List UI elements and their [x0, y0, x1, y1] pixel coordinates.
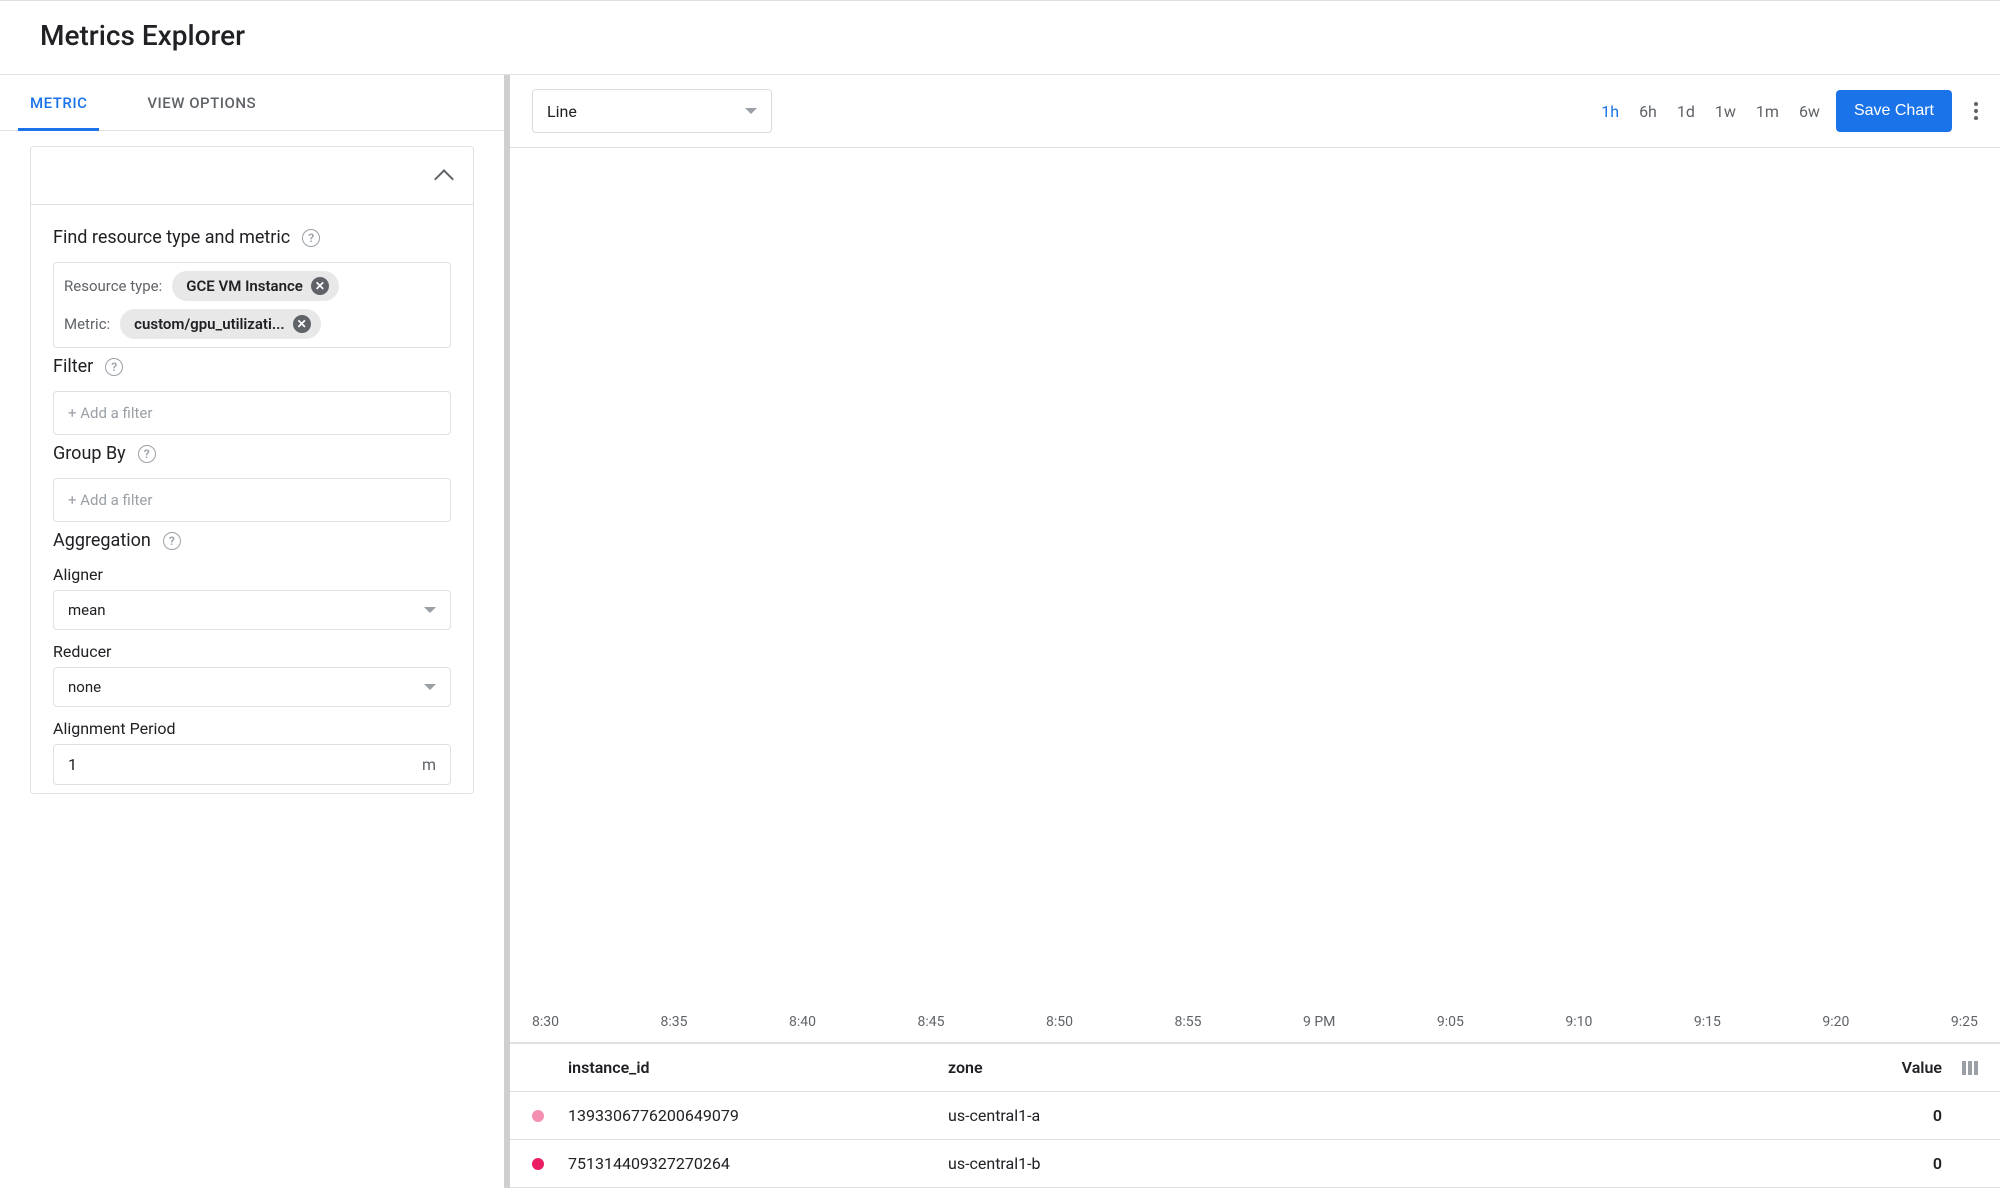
legend-zone: us-central1-a — [948, 1106, 1852, 1125]
x-tick: 9:20 — [1822, 1014, 1849, 1030]
x-tick: 9 PM — [1303, 1014, 1335, 1030]
legend-row[interactable]: 1393306776200649079us-central1-a0 — [510, 1092, 2000, 1140]
col-value[interactable]: Value — [1852, 1058, 1942, 1077]
x-tick: 8:30 — [532, 1014, 559, 1030]
x-tick: 8:55 — [1175, 1014, 1202, 1030]
time-range-1d[interactable]: 1d — [1677, 102, 1695, 121]
aggregation-label: Aggregation ? — [53, 530, 451, 551]
sidebar: METRIC VIEW OPTIONS Find resource type a… — [0, 75, 510, 1188]
aligner-label: Aligner — [53, 565, 451, 584]
legend-instance-id: 1393306776200649079 — [568, 1106, 948, 1125]
filter-label: Filter ? — [53, 356, 451, 377]
x-axis-ticks: 8:30 8:35 8:40 8:45 8:50 8:55 9 PM 9:05 9:10 9:15… — [510, 1014, 2000, 1042]
time-range-1h[interactable]: 1h — [1601, 102, 1619, 121]
close-icon[interactable]: ✕ — [311, 277, 329, 295]
time-range-1m[interactable]: 1m — [1756, 102, 1779, 121]
group-by-label: Group By ? — [53, 443, 451, 464]
metric-card: Find resource type and metric ? Resource… — [30, 146, 474, 794]
x-tick: 8:40 — [789, 1014, 816, 1030]
legend-instance-id: 751314409327270264 — [568, 1154, 948, 1173]
time-range-1w[interactable]: 1w — [1715, 102, 1736, 121]
x-tick: 8:45 — [918, 1014, 945, 1030]
chevron-up-icon — [434, 169, 454, 189]
reducer-label: Reducer — [53, 642, 451, 661]
help-icon[interactable]: ? — [138, 445, 156, 463]
chevron-down-icon — [424, 684, 436, 690]
legend-table: instance_id zone Value 13933067762006490… — [510, 1042, 2000, 1188]
metric-label: Metric: — [64, 315, 110, 333]
sidebar-tabs: METRIC VIEW OPTIONS — [0, 75, 504, 131]
find-metric-label: Find resource type and metric ? — [53, 227, 451, 248]
metric-panel: Find resource type and metric ? Resource… — [0, 131, 504, 1188]
time-range: 1h 6h 1d 1w 1m 6w — [1601, 102, 1820, 121]
close-icon[interactable]: ✕ — [293, 315, 311, 333]
save-chart-button[interactable]: Save Chart — [1836, 90, 1952, 132]
legend-zone: us-central1-b — [948, 1154, 1852, 1173]
tab-metric[interactable]: METRIC — [30, 75, 87, 130]
main-area: Line 1h 6h 1d 1w 1m 6w Save Chart 8:30 8:35 8:4… — [510, 75, 2000, 1188]
x-tick: 8:50 — [1046, 1014, 1073, 1030]
metric-chip[interactable]: custom/gpu_utilizati... ✕ — [120, 309, 321, 339]
chart-toolbar: Line 1h 6h 1d 1w 1m 6w Save Chart — [510, 75, 2000, 148]
x-tick: 8:35 — [661, 1014, 688, 1030]
chevron-down-icon — [424, 607, 436, 613]
legend-header-row: instance_id zone Value — [510, 1043, 2000, 1092]
time-range-6h[interactable]: 6h — [1639, 102, 1657, 121]
help-icon[interactable]: ? — [302, 229, 320, 247]
chart-area[interactable]: 8:30 8:35 8:40 8:45 8:50 8:55 9 PM 9:05 9:10 9:15… — [510, 148, 2000, 1042]
legend-row[interactable]: 751314409327270264us-central1-b0 — [510, 1140, 2000, 1188]
aligner-select[interactable]: mean — [53, 590, 451, 630]
tab-view-options[interactable]: VIEW OPTIONS — [147, 75, 256, 130]
columns-icon[interactable] — [1962, 1061, 1978, 1075]
x-tick: 9:10 — [1565, 1014, 1592, 1030]
series-swatch — [532, 1110, 544, 1122]
group-by-input[interactable]: + Add a filter — [53, 478, 451, 522]
page-header: Metrics Explorer — [0, 0, 2000, 75]
page-title: Metrics Explorer — [40, 19, 1960, 52]
x-tick: 9:05 — [1437, 1014, 1464, 1030]
x-tick: 9:25 — [1951, 1014, 1978, 1030]
more-menu-icon[interactable] — [1968, 96, 1984, 126]
legend-value: 0 — [1852, 1106, 1942, 1125]
help-icon[interactable]: ? — [163, 532, 181, 550]
alignment-period-label: Alignment Period — [53, 719, 451, 738]
reducer-select[interactable]: none — [53, 667, 451, 707]
resource-type-chip[interactable]: GCE VM Instance ✕ — [172, 271, 339, 301]
legend-value: 0 — [1852, 1154, 1942, 1173]
col-zone[interactable]: zone — [948, 1058, 1852, 1077]
chevron-down-icon — [745, 108, 757, 114]
resource-type-label: Resource type: — [64, 277, 162, 295]
x-tick: 9:15 — [1694, 1014, 1721, 1030]
collapse-toggle[interactable] — [31, 147, 473, 205]
col-instance-id[interactable]: instance_id — [568, 1058, 948, 1077]
alignment-period-input[interactable]: 1 m — [53, 744, 451, 785]
filter-input[interactable]: + Add a filter — [53, 391, 451, 435]
help-icon[interactable]: ? — [105, 358, 123, 376]
time-range-6w[interactable]: 6w — [1799, 102, 1820, 121]
series-swatch — [532, 1158, 544, 1170]
metric-chip-box[interactable]: Resource type: GCE VM Instance ✕ Metric:… — [53, 262, 451, 348]
chart-type-select[interactable]: Line — [532, 89, 772, 133]
